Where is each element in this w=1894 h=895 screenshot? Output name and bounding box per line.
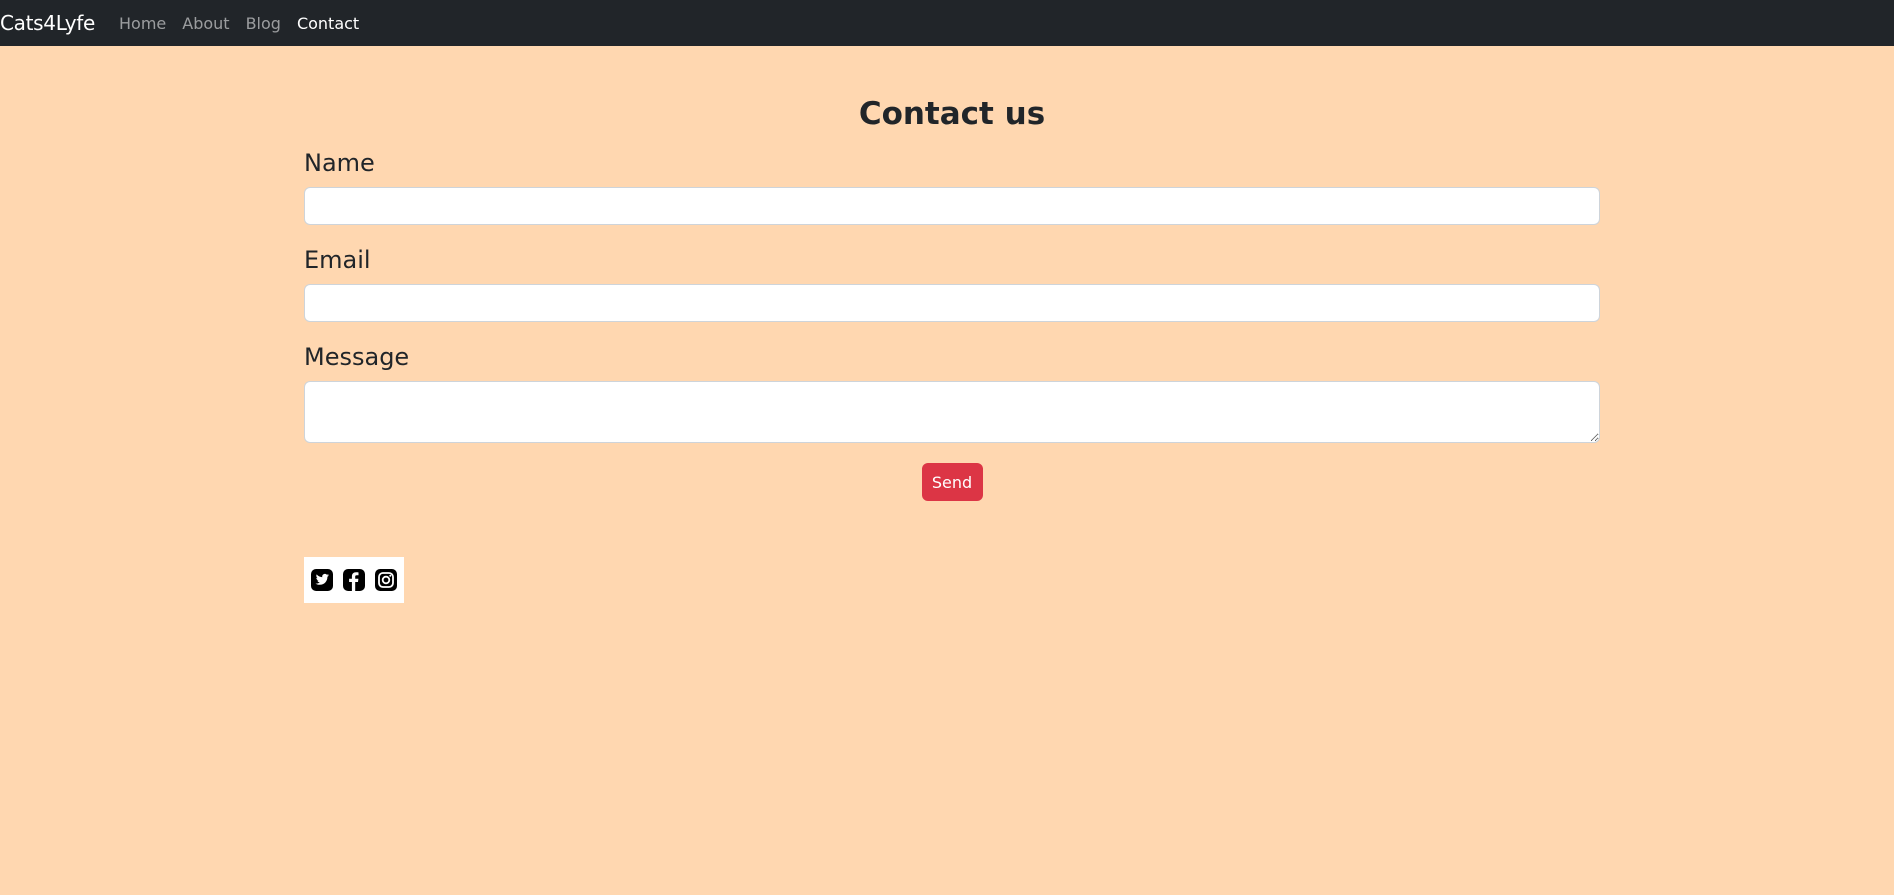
form-actions: Send <box>304 463 1600 501</box>
facebook-icon[interactable] <box>342 568 366 592</box>
name-field[interactable] <box>304 187 1600 225</box>
social-links <box>304 557 404 603</box>
send-button[interactable]: Send <box>921 463 983 501</box>
nav-link-about[interactable]: About <box>182 14 229 33</box>
message-field[interactable] <box>304 381 1600 443</box>
top-navbar: Cats4Lyfe Home About Blog Contact <box>0 0 1894 46</box>
main-content: Contact us Name Email Message Send <box>304 46 1600 603</box>
instagram-icon[interactable] <box>374 568 398 592</box>
nav-link-blog[interactable]: Blog <box>246 14 281 33</box>
twitter-icon[interactable] <box>310 568 334 592</box>
nav-link-contact[interactable]: Contact <box>297 14 359 33</box>
brand-link[interactable]: Cats4Lyfe <box>0 11 119 35</box>
nav-link-home[interactable]: Home <box>119 14 166 33</box>
page-title: Contact us <box>858 96 1046 132</box>
email-field[interactable] <box>304 284 1600 322</box>
name-label: Name <box>304 149 375 177</box>
message-label: Message <box>304 343 410 371</box>
email-label: Email <box>304 246 371 274</box>
contact-form: Name Email Message Send <box>304 148 1600 501</box>
